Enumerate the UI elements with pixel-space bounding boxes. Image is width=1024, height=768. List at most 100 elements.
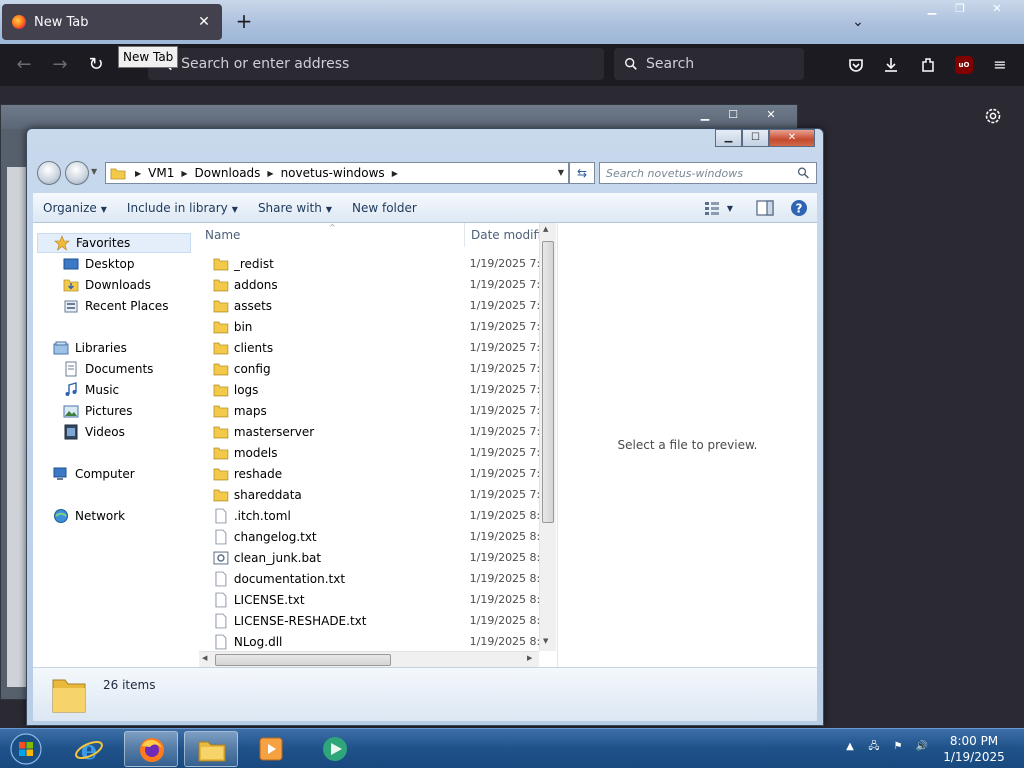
file-row[interactable]: changelog.txt 1/19/2025 8:0 xyxy=(199,526,539,547)
breadcrumb-separator-icon[interactable]: ▶ xyxy=(267,169,273,178)
maximize-button[interactable]: ☐ xyxy=(742,129,769,147)
breadcrumb-separator-icon[interactable]: ▶ xyxy=(392,169,398,178)
file-row[interactable]: maps 1/19/2025 7:5 xyxy=(199,400,539,421)
file-row[interactable]: NLog.dll 1/19/2025 8:0 xyxy=(199,631,539,652)
include-in-library-button[interactable]: Include in library ▼ xyxy=(117,193,248,223)
nav-recent-places[interactable]: Recent Places xyxy=(63,296,168,316)
scroll-right-icon[interactable]: ▶ xyxy=(527,654,532,662)
network-tray-icon[interactable]: 🖧 xyxy=(866,739,882,755)
action-center-flag-icon[interactable]: ⚑ xyxy=(890,739,906,755)
scroll-up-icon[interactable]: ▲ xyxy=(543,225,548,233)
share-with-button[interactable]: Share with ▼ xyxy=(248,193,342,223)
organize-button[interactable]: Organize ▼ xyxy=(33,193,117,223)
address-dropdown-icon[interactable]: ▼ xyxy=(558,168,564,177)
file-row[interactable]: models 1/19/2025 7:5 xyxy=(199,442,539,463)
column-header-date-modified[interactable]: Date modifie xyxy=(465,223,541,247)
new-tab-button[interactable]: + xyxy=(232,10,256,34)
downloads-icon[interactable] xyxy=(880,54,902,76)
nav-music[interactable]: Music xyxy=(63,380,119,400)
nav-videos[interactable]: Videos xyxy=(63,422,125,442)
breadcrumb-vm1[interactable]: VM1 xyxy=(146,166,176,180)
back-button[interactable]: ← xyxy=(12,54,36,76)
refresh-button[interactable]: ⇆ xyxy=(569,162,595,184)
breadcrumb-novetus-windows[interactable]: novetus-windows xyxy=(279,166,387,180)
file-row[interactable]: LICENSE-RESHADE.txt 1/19/2025 8:0 xyxy=(199,610,539,631)
show-hidden-icons-icon[interactable]: ▲ xyxy=(842,739,858,755)
nav-network[interactable]: Network xyxy=(53,506,125,526)
reload-button[interactable]: ↻ xyxy=(84,54,108,76)
file-row[interactable]: clean_junk.bat 1/19/2025 8:0 xyxy=(199,547,539,568)
tab-new-tab[interactable]: New Tab ✕ xyxy=(2,4,222,40)
explorer-search-box[interactable] xyxy=(599,162,817,184)
taskbar-clock[interactable]: 8:00 PM 1/19/2025 xyxy=(940,733,1008,765)
taskbar-firefox[interactable] xyxy=(124,731,178,767)
maximize-button[interactable]: ☐ xyxy=(719,105,747,125)
back-button[interactable] xyxy=(37,161,61,185)
menu-hamburger-icon[interactable]: ≡ xyxy=(989,54,1011,76)
help-icon[interactable]: ? xyxy=(789,198,809,218)
breadcrumb-downloads[interactable]: Downloads xyxy=(193,166,263,180)
start-button-icon[interactable] xyxy=(6,731,46,767)
gear-icon[interactable] xyxy=(982,105,1004,127)
file-date-modified: 1/19/2025 7:5 xyxy=(469,446,539,459)
close-window-button[interactable]: ✕ xyxy=(747,105,795,125)
search-icon[interactable] xyxy=(797,166,810,180)
vertical-scrollbar[interactable]: ▲ ▼ xyxy=(539,223,556,651)
explorer-search-input[interactable] xyxy=(606,166,798,180)
url-input[interactable] xyxy=(181,56,604,72)
search-input[interactable] xyxy=(646,56,804,72)
file-row[interactable]: shareddata 1/19/2025 7:5 xyxy=(199,484,539,505)
file-row[interactable]: _redist 1/19/2025 7:4 xyxy=(199,253,539,274)
list-all-tabs-button[interactable]: ⌄ xyxy=(848,10,868,34)
file-row[interactable]: bin 1/19/2025 7:4 xyxy=(199,316,539,337)
file-row[interactable]: masterserver 1/19/2025 7:5 xyxy=(199,421,539,442)
nav-desktop[interactable]: Desktop xyxy=(63,254,135,274)
minimize-button[interactable]: ▁ xyxy=(715,129,742,147)
nav-computer[interactable]: Computer xyxy=(53,464,135,484)
change-view-icon[interactable] xyxy=(703,198,723,218)
taskbar-app[interactable] xyxy=(308,731,362,767)
url-bar[interactable] xyxy=(148,48,604,80)
minimize-button[interactable]: ▁ xyxy=(691,105,719,125)
view-dropdown-icon[interactable]: ▼ xyxy=(727,204,733,213)
file-row[interactable]: assets 1/19/2025 7:4 xyxy=(199,295,539,316)
horizontal-scrollbar[interactable]: ◀ ▶ xyxy=(199,651,539,667)
forward-button[interactable]: → xyxy=(48,54,72,76)
file-row[interactable]: clients 1/19/2025 7:5 xyxy=(199,337,539,358)
nav-pictures[interactable]: Pictures xyxy=(63,401,133,421)
file-row[interactable]: reshade 1/19/2025 7:5 xyxy=(199,463,539,484)
taskbar-windows-explorer[interactable] xyxy=(184,731,238,767)
restore-button[interactable]: ❐ xyxy=(946,0,974,18)
breadcrumb-separator-icon[interactable]: ▶ xyxy=(181,169,187,178)
new-folder-button[interactable]: New folder xyxy=(342,193,427,223)
file-row[interactable]: logs 1/19/2025 7:5 xyxy=(199,379,539,400)
nav-libraries[interactable]: Libraries xyxy=(53,338,127,358)
taskbar-internet-explorer[interactable]: e xyxy=(62,731,116,767)
taskbar-media-player[interactable] xyxy=(244,731,298,767)
scroll-left-icon[interactable]: ◀ xyxy=(202,654,207,662)
nav-favorites[interactable]: Favorites xyxy=(37,233,191,253)
file-row[interactable]: LICENSE.txt 1/19/2025 8:0 xyxy=(199,589,539,610)
extensions-icon[interactable] xyxy=(917,54,939,76)
scroll-down-icon[interactable]: ▼ xyxy=(543,637,548,645)
close-window-button[interactable]: ✕ xyxy=(974,0,1020,18)
address-bar[interactable]: ▶ VM1 ▶ Downloads ▶ novetus-windows ▶ ▼ xyxy=(105,162,569,184)
horizontal-scroll-thumb[interactable] xyxy=(215,654,391,666)
preview-pane-icon[interactable] xyxy=(755,198,775,218)
forward-button[interactable] xyxy=(65,161,89,185)
nav-documents[interactable]: Documents xyxy=(63,359,153,379)
close-window-button[interactable]: ✕ xyxy=(769,129,815,147)
ublock-origin-icon[interactable]: uO xyxy=(955,56,973,74)
file-row[interactable]: .itch.toml 1/19/2025 8:0 xyxy=(199,505,539,526)
pocket-icon[interactable] xyxy=(845,54,867,76)
recent-pages-dropdown-icon[interactable]: ▼ xyxy=(91,167,97,176)
close-tab-icon[interactable]: ✕ xyxy=(196,14,212,30)
search-bar[interactable] xyxy=(614,48,804,80)
file-row[interactable]: config 1/19/2025 7:5 xyxy=(199,358,539,379)
volume-icon[interactable]: 🔊 xyxy=(914,739,930,755)
file-row[interactable]: documentation.txt 1/19/2025 8:0 xyxy=(199,568,539,589)
nav-downloads[interactable]: Downloads xyxy=(63,275,151,295)
minimize-button[interactable]: ▁ xyxy=(918,0,946,18)
vertical-scroll-thumb[interactable] xyxy=(542,241,554,523)
file-row[interactable]: addons 1/19/2025 7:4 xyxy=(199,274,539,295)
